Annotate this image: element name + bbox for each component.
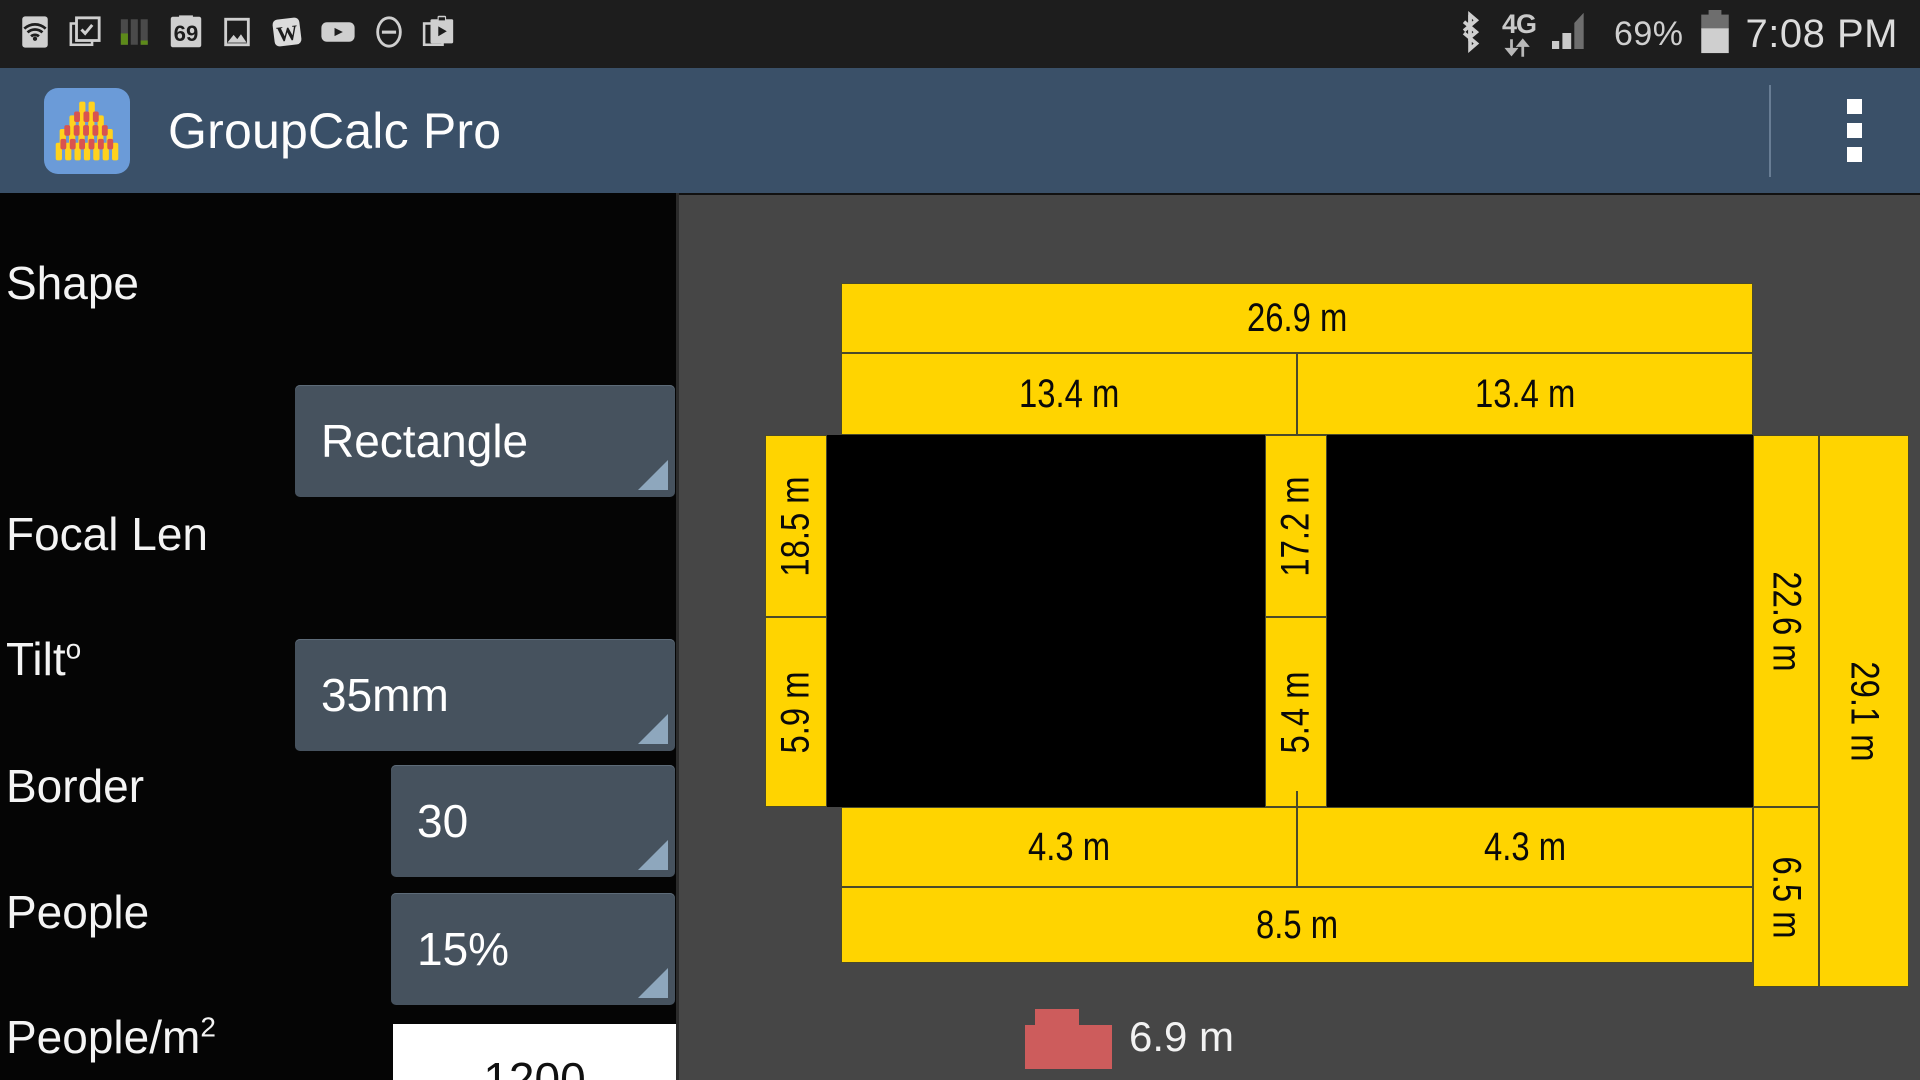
dimension-left-upper-label: 18.5 m xyxy=(773,475,818,577)
dimension-top-total-label: 26.9 m xyxy=(1246,295,1348,340)
do-not-disturb-icon xyxy=(372,15,406,54)
overflow-dot xyxy=(1847,99,1862,114)
people-per-m2-label-text: People/m xyxy=(6,1011,201,1063)
phone-screen: 69 W 4G 69% 7:08 PM GroupCalc Pro Shape … xyxy=(0,0,1920,1080)
tasks-icon xyxy=(68,15,102,54)
control-row-people-per-m2: People/m2 xyxy=(0,989,676,1080)
counter-icon: 69 xyxy=(168,14,204,54)
dimension-top-total: 26.9 m xyxy=(841,283,1753,353)
tilt-label-degree: o xyxy=(65,633,82,665)
network-type-label: 4G xyxy=(1501,8,1537,39)
shape-value: Rectangle xyxy=(321,415,529,467)
control-row-focal-len: Focal Len xyxy=(0,486,676,582)
dimension-mid-lower-label: 5.4 m xyxy=(1273,670,1318,754)
equalizer-icon xyxy=(118,15,152,54)
status-bar-notification-icons: 69 W xyxy=(0,0,456,68)
people-per-m2-label-exp: 2 xyxy=(200,1011,216,1043)
dimension-bottom-right-half-label: 4.3 m xyxy=(1483,824,1567,869)
seating-block-left xyxy=(827,435,1265,807)
dimension-mid-upper-label: 17.2 m xyxy=(1273,475,1318,577)
dimension-right-outer-label: 29.1 m xyxy=(1842,660,1887,762)
control-row-tilt: Tilto xyxy=(0,611,676,707)
screen-record-icon xyxy=(422,15,456,54)
dimension-left-lower-label: 5.9 m xyxy=(773,670,818,754)
dimension-bottom-total-label: 8.5 m xyxy=(1255,902,1339,947)
dimension-left-lower: 5.9 m xyxy=(765,617,827,807)
border-label: Border xyxy=(6,760,145,812)
dimension-top-left-half-label: 13.4 m xyxy=(1018,371,1120,416)
battery-percent-label: 69% xyxy=(1613,15,1684,53)
dimension-top-right-half-label: 13.4 m xyxy=(1474,371,1576,416)
clock-label: 7:08 PM xyxy=(1745,12,1898,56)
wifi-icon xyxy=(18,15,52,54)
shape-spinner[interactable]: Rectangle xyxy=(295,385,675,497)
person-reference-label: 6.9 m xyxy=(1129,1013,1235,1060)
status-bar-system-icons: 4G 69% 7:08 PM xyxy=(1452,0,1920,68)
people-per-m2-label: People/m2 xyxy=(0,1010,216,1064)
person-reference-icon xyxy=(992,995,1122,1078)
dimension-right-inner-lower-label: 6.5 m xyxy=(1764,855,1809,939)
youtube-icon xyxy=(320,15,356,54)
control-row-border: Border xyxy=(0,738,676,834)
controls-panel: Shape Rectangle Focal Len 35mm Tilto 30 … xyxy=(0,193,676,1080)
control-row-shape: Shape xyxy=(0,235,676,331)
dimension-bottom-right-half: 4.3 m xyxy=(1297,807,1753,887)
wikipedia-icon: W xyxy=(270,15,304,54)
action-bar-right xyxy=(1769,68,1920,193)
network-type-icon: 4G xyxy=(1501,8,1537,58)
shape-label: Shape xyxy=(6,257,140,309)
people-label: People xyxy=(6,886,150,938)
dimension-left-upper: 18.5 m xyxy=(765,435,827,617)
battery-icon xyxy=(1698,9,1732,59)
counter-badge-text: 69 xyxy=(174,21,199,46)
dimension-mid-lower: 5.4 m xyxy=(1265,617,1327,807)
dimension-right-outer: 29.1 m xyxy=(1819,435,1909,987)
gallery-icon xyxy=(220,15,254,54)
tilt-label: Tilto xyxy=(0,632,81,686)
dimension-mid-upper: 17.2 m xyxy=(1265,435,1327,617)
status-bar: 69 W 4G 69% 7:08 PM xyxy=(0,0,1920,68)
center-tick-bottom xyxy=(1296,791,1298,887)
tilt-label-text: Tilt xyxy=(6,633,66,685)
dimension-bottom-left-half-label: 4.3 m xyxy=(1027,824,1111,869)
svg-text:W: W xyxy=(275,20,299,46)
seating-block-right xyxy=(1327,435,1753,807)
page-title: GroupCalc Pro xyxy=(168,102,502,159)
action-bar-divider xyxy=(1769,84,1771,177)
signal-strength-icon xyxy=(1548,11,1600,58)
diagram-canvas: 26.9 m 13.4 m 13.4 m 18.5 m 5.9 m 17.2 m… xyxy=(679,195,1920,1080)
dimension-right-inner-upper: 22.6 m xyxy=(1753,435,1819,807)
bluetooth-icon xyxy=(1452,10,1488,58)
overflow-dot xyxy=(1847,147,1862,162)
control-row-people: People xyxy=(0,864,676,960)
focal-len-label: Focal Len xyxy=(6,508,209,560)
dimension-right-inner-upper-label: 22.6 m xyxy=(1764,570,1809,672)
dimension-right-inner-lower: 6.5 m xyxy=(1753,807,1819,987)
action-bar: GroupCalc Pro xyxy=(0,68,1920,195)
data-transfer-arrows-icon xyxy=(1504,37,1530,57)
dimension-top-left-half: 13.4 m xyxy=(841,353,1297,435)
dimension-bottom-left-half: 4.3 m xyxy=(841,807,1297,887)
overflow-menu-icon[interactable] xyxy=(1833,89,1876,172)
dimension-top-right-half: 13.4 m xyxy=(1297,353,1753,435)
crowd-icon xyxy=(44,87,130,174)
overflow-dot xyxy=(1847,123,1862,138)
dimension-bottom-total: 8.5 m xyxy=(841,887,1753,963)
